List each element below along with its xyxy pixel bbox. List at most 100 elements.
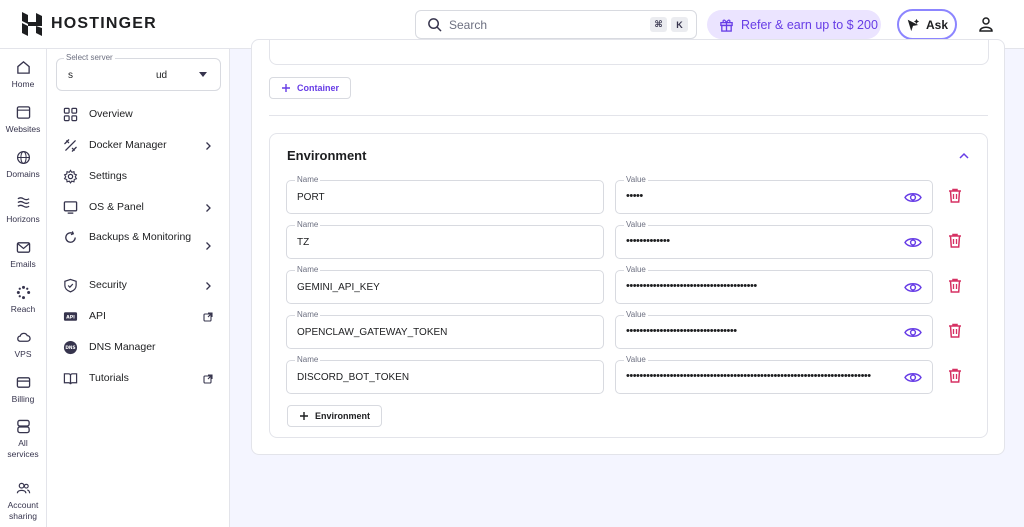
env-value-field[interactable]: Value ••••••••••••• — [615, 220, 933, 259]
previous-section-text — [282, 44, 482, 50]
services-icon — [16, 419, 30, 434]
server-select-label: Select server — [64, 53, 115, 62]
server-select-value-end: ud — [156, 70, 168, 81]
env-name-field[interactable]: Name PORT — [286, 175, 604, 214]
refer-label: Refer & earn up to $ 200 — [741, 17, 878, 32]
rail-item-domains[interactable]: Domains — [0, 150, 46, 180]
sidebar-item-settings[interactable]: Settings — [63, 168, 213, 185]
eye-icon[interactable] — [904, 371, 922, 384]
rail-item-reach[interactable]: Reach — [0, 285, 46, 315]
ask-ai-button[interactable]: Ask — [897, 9, 957, 40]
env-value-field[interactable]: Value ••••• — [615, 175, 933, 214]
mail-icon — [16, 242, 30, 253]
gift-icon — [720, 19, 733, 32]
env-row: Name PORT Value ••••• — [270, 175, 989, 214]
trash-icon[interactable] — [948, 323, 962, 338]
trash-icon[interactable] — [948, 233, 962, 248]
section-divider — [269, 115, 988, 116]
search-icon — [428, 18, 442, 32]
websites-icon — [16, 106, 30, 119]
trash-icon[interactable] — [948, 278, 962, 293]
env-value-field[interactable]: Value ••••••••••••••••••••••••••••••••••… — [615, 265, 933, 304]
globe-icon — [16, 150, 30, 165]
home-icon — [16, 61, 30, 74]
eye-icon[interactable] — [904, 236, 922, 249]
main-content: Container Environment Name PORT Value ••… — [230, 39, 1024, 527]
users-icon — [16, 482, 30, 494]
search-placeholder: Search — [449, 17, 488, 32]
sparkle-icon — [907, 18, 920, 31]
svg-text:DNS: DNS — [65, 345, 75, 351]
trash-icon[interactable] — [948, 188, 962, 203]
sidebar-item-api[interactable]: API API — [63, 308, 213, 325]
backup-icon — [65, 231, 76, 243]
eye-icon[interactable] — [904, 326, 922, 339]
gear-icon — [63, 169, 78, 184]
sidebar-item-tutorials[interactable]: Tutorials — [63, 370, 213, 387]
plus-icon — [300, 412, 308, 420]
docker-icon — [64, 139, 77, 152]
env-row: Name TZ Value ••••••••••••• — [270, 220, 989, 259]
horizons-icon — [17, 197, 29, 208]
server-select[interactable]: Select server s ud — [56, 53, 221, 91]
rail-item-vps[interactable]: VPS — [0, 330, 46, 360]
sidebar-item-docker-manager[interactable]: Docker Manager — [63, 137, 213, 154]
reach-icon — [16, 285, 30, 300]
env-row: Name OPENCLAW_GATEWAY_TOKEN Value ••••••… — [270, 310, 989, 349]
env-value-field[interactable]: Value ••••••••••••••••••••••••••••••••• — [615, 310, 933, 349]
main-nav-rail: Home Websites Domains Horizons Emails Re… — [0, 49, 47, 527]
sidebar-item-backups-monitoring[interactable]: Backups & Monitoring — [63, 229, 213, 251]
book-icon — [63, 373, 78, 385]
rail-item-home[interactable]: Home — [0, 60, 46, 90]
refer-earn-button[interactable]: Refer & earn up to $ 200 — [707, 10, 881, 39]
add-environment-button[interactable]: Environment — [287, 405, 383, 427]
cloud-icon — [16, 332, 31, 342]
rail-item-billing[interactable]: Billing — [0, 375, 46, 405]
user-profile-icon[interactable] — [978, 16, 994, 32]
chevron-up-icon[interactable] — [958, 150, 970, 162]
card-icon — [16, 377, 30, 388]
rail-item-horizons[interactable]: Horizons — [0, 195, 46, 225]
container-config-card: Container Environment Name PORT Value ••… — [251, 39, 1005, 455]
env-name-field[interactable]: Name GEMINI_API_KEY — [286, 265, 604, 304]
api-icon: API — [63, 312, 78, 321]
plus-icon — [282, 84, 290, 92]
sidebar-item-security[interactable]: Security — [63, 277, 213, 294]
env-row: Name DISCORD_BOT_TOKEN Value •••••••••••… — [270, 355, 989, 394]
rail-item-all-services[interactable]: All services — [0, 419, 46, 460]
shortcut-key-cmd: ⌘ — [650, 17, 667, 32]
chevron-right-icon — [206, 204, 211, 212]
chevron-right-icon — [206, 142, 211, 150]
grid-icon — [63, 107, 78, 122]
add-environment-label: Environment — [315, 411, 371, 421]
rail-item-emails[interactable]: Emails — [0, 240, 46, 270]
external-link-icon — [203, 374, 213, 384]
ask-label: Ask — [925, 17, 948, 32]
trash-icon[interactable] — [948, 368, 962, 383]
env-name-field[interactable]: Name DISCORD_BOT_TOKEN — [286, 355, 604, 394]
previous-section-card — [269, 40, 989, 65]
sidebar-item-dns-manager[interactable]: DNS DNS Manager — [63, 339, 213, 356]
server-select-value-start: s — [68, 70, 73, 81]
env-name-field[interactable]: Name TZ — [286, 220, 604, 259]
env-value-field[interactable]: Value ••••••••••••••••••••••••••••••••••… — [615, 355, 933, 394]
brand-name: HOSTINGER — [51, 15, 157, 32]
vps-sidebar: Select server s ud Overview Docker Manag… — [47, 49, 230, 527]
external-link-icon — [203, 312, 213, 322]
hostinger-logo-icon — [22, 12, 42, 36]
sidebar-item-os-panel[interactable]: OS & Panel — [63, 199, 213, 216]
eye-icon[interactable] — [904, 191, 922, 204]
add-container-button[interactable]: Container — [269, 77, 352, 99]
rail-item-account-sharing[interactable]: Account sharing — [0, 481, 46, 522]
chevron-right-icon — [206, 282, 211, 290]
chevron-right-icon — [206, 242, 211, 250]
shield-icon — [64, 278, 77, 293]
sidebar-item-overview[interactable]: Overview — [63, 106, 213, 123]
env-name-field[interactable]: Name OPENCLAW_GATEWAY_TOKEN — [286, 310, 604, 349]
shortcut-key-k: K — [671, 17, 688, 32]
rail-item-websites[interactable]: Websites — [0, 105, 46, 135]
eye-icon[interactable] — [904, 281, 922, 294]
add-container-label: Container — [297, 83, 340, 93]
search-input[interactable]: Search ⌘ K — [415, 10, 697, 39]
hostinger-logo[interactable]: HOSTINGER — [22, 12, 157, 36]
